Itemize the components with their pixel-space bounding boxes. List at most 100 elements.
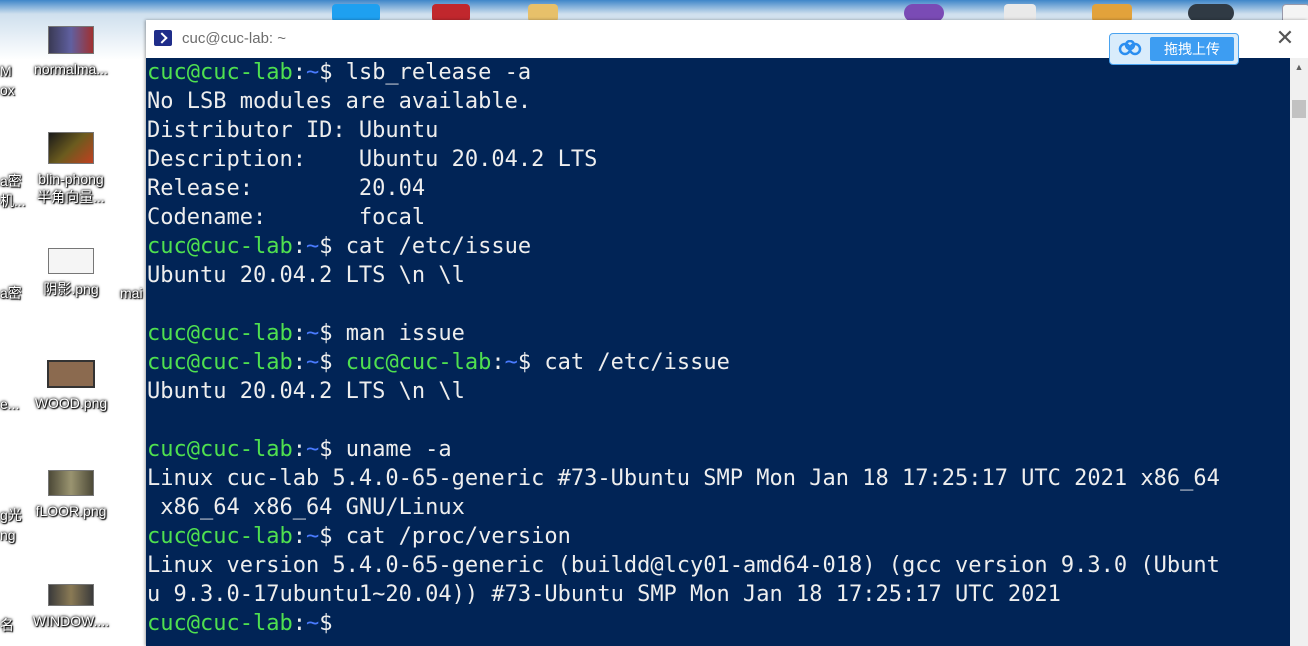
output-text: u 9.3.0-17ubuntu1~20.04)) #73-Ubuntu SMP… — [147, 582, 1061, 607]
terminal-lines: cuc@cuc-lab:~$ lsb_release -a No LSB modu… — [147, 58, 1220, 638]
output-text: Ubuntu 20.04.2 LTS \n \l — [147, 379, 465, 404]
desktop-icon-label: blin-phong — [38, 171, 104, 187]
cut-label: 名 — [0, 617, 14, 633]
terminal-prompt-line: cuc@cuc-lab:~$ lsb_release -a — [147, 58, 1220, 87]
terminal-output-line: Linux version 5.4.0-65-generic (buildd@l… — [147, 551, 1220, 580]
terminal-output-line: Ubuntu 20.04.2 LTS \n \l — [147, 377, 1220, 406]
prompt-symbol: $ — [517, 350, 532, 375]
window-title: cuc@cuc-lab: ~ — [182, 30, 287, 47]
output-text: Distributor ID: Ubuntu — [147, 118, 439, 143]
close-button[interactable]: ✕ — [1274, 28, 1296, 50]
desktop-icon-label: normalma... — [34, 61, 108, 77]
cut-label: a密 — [0, 285, 22, 301]
prompt-separator: : — [292, 60, 306, 85]
prompt-path: ~ — [305, 350, 320, 375]
output-text: Linux version 5.4.0-65-generic (buildd@l… — [147, 553, 1220, 578]
cut-label: g光 — [0, 507, 22, 523]
prompt-separator: : — [292, 350, 306, 375]
cut-label: mai — [120, 285, 143, 301]
cut-label: 机... — [0, 193, 26, 209]
prompt-symbol: $ — [319, 611, 333, 636]
terminal-window[interactable]: cuc@cuc-lab: ~ ✕ cuc@cuc-lab:~$ lsb_rele… — [146, 20, 1308, 646]
terminal-output-line: Ubuntu 20.04.2 LTS \n \l — [147, 261, 1220, 290]
output-text: Linux cuc-lab 5.4.0-65-generic #73-Ubunt… — [147, 466, 1220, 491]
output-text: No LSB modules are available. — [147, 89, 532, 114]
terminal-output-line: Description: Ubuntu 20.04.2 LTS — [147, 145, 1220, 174]
command-text: uname -a — [332, 437, 452, 462]
terminal-prompt-line: cuc@cuc-lab:~$ cuc@cuc-lab:~$ cat /etc/i… — [147, 348, 1220, 377]
prompt-symbol: $ — [319, 524, 333, 549]
terminal-prompt-line: cuc@cuc-lab:~$ cat /proc/version — [147, 522, 1220, 551]
prompt-separator: : — [491, 350, 505, 375]
terminal-output-line: Linux cuc-lab 5.4.0-65-generic #73-Ubunt… — [147, 464, 1220, 493]
prompt-user: cuc@cuc-lab — [147, 321, 293, 346]
desktop-icon-shadow-png[interactable]: 阴影.png — [24, 248, 118, 298]
cut-label: ng — [0, 527, 16, 543]
desktop-icon-wood-png[interactable]: WOOD.png — [24, 360, 118, 412]
desktop-icon-window-png[interactable]: WINDOW.... — [24, 584, 118, 630]
command-text: cat /etc/issue — [531, 350, 730, 375]
prompt-separator: : — [292, 524, 306, 549]
prompt-path: ~ — [305, 524, 320, 549]
cut-label: e... — [0, 396, 20, 412]
prompt-symbol: $ — [319, 350, 333, 375]
cut-label: ox — [0, 82, 15, 98]
prompt-symbol: $ — [319, 437, 333, 462]
vertical-scrollbar[interactable]: ▲ — [1290, 58, 1308, 646]
prompt-symbol: $ — [319, 60, 333, 85]
cloud-icon — [1118, 40, 1142, 56]
prompt-path: ~ — [305, 321, 320, 346]
command-text: man issue — [332, 321, 465, 346]
prompt-path: ~ — [305, 611, 320, 636]
image-thumbnail-icon — [48, 26, 94, 54]
powershell-icon — [154, 30, 172, 46]
upload-widget[interactable]: 拖拽上传 — [1109, 33, 1239, 65]
terminal-output-line: Release: 20.04 — [147, 174, 1220, 203]
scrollbar-thumb[interactable] — [1292, 100, 1306, 118]
prompt-path: ~ — [305, 60, 320, 85]
terminal-prompt-line: cuc@cuc-lab:~$ — [147, 609, 1220, 638]
desktop-icon-label: 半角向量... — [37, 189, 105, 205]
cut-label: M — [0, 63, 12, 79]
cut-label: a密 — [0, 173, 22, 189]
terminal-output-line: Distributor ID: Ubuntu — [147, 116, 1220, 145]
prompt-symbol: $ — [319, 321, 333, 346]
output-text: Codename: focal — [147, 205, 426, 230]
prompt-symbol: $ — [319, 234, 333, 259]
prompt-path: ~ — [305, 437, 320, 462]
image-thumbnail-icon — [47, 360, 95, 388]
output-text: Ubuntu 20.04.2 LTS \n \l — [147, 263, 465, 288]
output-text: x86_64 x86_64 GNU/Linux — [147, 495, 465, 520]
image-thumbnail-icon — [48, 584, 94, 606]
prompt-path: ~ — [305, 234, 320, 259]
prompt-user: cuc@cuc-lab — [147, 234, 293, 259]
prompt-separator: : — [292, 437, 306, 462]
desktop-icon-normalmap[interactable]: normalma... — [24, 26, 118, 78]
prompt-path: ~ — [504, 350, 518, 375]
prompt-user: cuc@cuc-lab — [345, 350, 492, 375]
terminal-prompt-line: cuc@cuc-lab:~$ cat /etc/issue — [147, 232, 1220, 261]
desktop-icon-label: WOOD.png — [34, 395, 108, 411]
desktop-icon-floor-png[interactable]: fLOOR.png — [24, 470, 118, 520]
prompt-separator: : — [292, 611, 306, 636]
prompt-user: cuc@cuc-lab — [147, 611, 293, 636]
terminal-output-line: u 9.3.0-17ubuntu1~20.04)) #73-Ubuntu SMP… — [147, 580, 1220, 609]
prompt-user: cuc@cuc-lab — [147, 60, 293, 85]
command-text: cat /etc/issue — [332, 234, 532, 259]
prompt-user: cuc@cuc-lab — [147, 350, 293, 375]
desktop-icon-blin-phong[interactable]: blin-phong 半角向量... — [24, 132, 118, 206]
scroll-up-arrow-icon[interactable]: ▲ — [1290, 58, 1308, 76]
terminal-output-line: Codename: focal — [147, 203, 1220, 232]
desktop-icon-label: WINDOW.... — [32, 613, 110, 629]
terminal-output-line: No LSB modules are available. — [147, 87, 1220, 116]
terminal-output[interactable]: cuc@cuc-lab:~$ lsb_release -a No LSB modu… — [146, 58, 1290, 646]
command-text: lsb_release -a — [332, 60, 532, 85]
output-text: Release: 20.04 — [147, 176, 426, 201]
terminal-prompt-line: cuc@cuc-lab:~$ man issue — [147, 319, 1220, 348]
drag-upload-button[interactable]: 拖拽上传 — [1150, 37, 1234, 61]
image-thumbnail-icon — [48, 248, 94, 274]
terminal-prompt-line: cuc@cuc-lab:~$ uname -a — [147, 435, 1220, 464]
image-thumbnail-icon — [48, 470, 94, 496]
